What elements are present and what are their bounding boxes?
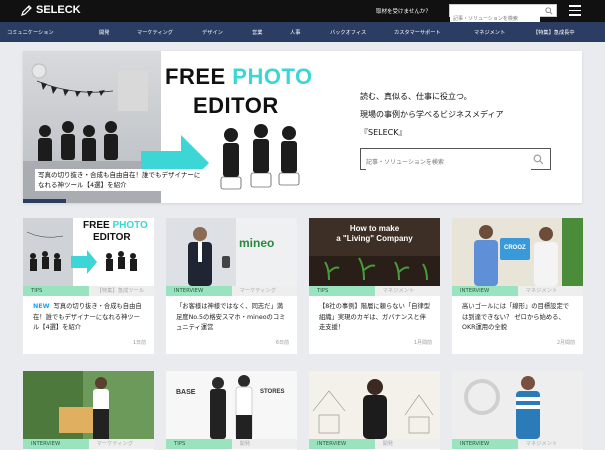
card-date: 6日前 xyxy=(275,340,289,346)
nav-item-special[interactable]: 【特集】急成長中 xyxy=(533,29,575,36)
hero-title-line2: EDITOR xyxy=(193,93,279,118)
article-card[interactable]: CROOZ INTERVIEW マネジメント 高いゴールには「線形」の目標設定で… xyxy=(452,218,583,354)
tag-category[interactable]: マネジメント xyxy=(517,286,583,296)
card-tags: TIPS 開発 xyxy=(166,439,297,449)
tag-category[interactable]: マネジメント xyxy=(374,286,440,296)
nav-item-sales[interactable]: 営業 xyxy=(252,29,262,36)
crooz-logo: CROOZ xyxy=(504,245,526,251)
article-card[interactable]: INTERVIEW 開発 xyxy=(309,371,440,450)
card-date: 1月間前 xyxy=(413,340,432,346)
card-image[interactable] xyxy=(452,371,583,439)
card-tags: INTERVIEW マーケティング xyxy=(166,286,297,296)
card-tags: INTERVIEW マーケティング xyxy=(23,439,154,449)
card-image[interactable]: FREE PHOTO EDITOR xyxy=(23,218,154,286)
tagline-line3: 『SELECK』 xyxy=(360,128,407,137)
card-tags: TIPS 【特集】急成ツール xyxy=(23,286,154,296)
nav-item-customer-support[interactable]: カスタマーサポート xyxy=(394,29,441,36)
stores-logo: STORES xyxy=(260,389,285,395)
card-image-title: FREE PHOTO xyxy=(83,220,148,231)
nav-item-communication[interactable]: コミュニケーション xyxy=(7,29,54,36)
article-card[interactable]: FREE PHOTO EDITOR TIPS 【特集】急成ツール NEW 写真の切… xyxy=(23,218,154,354)
tag-category[interactable]: 開発 xyxy=(231,439,297,449)
nav-item-hr[interactable]: 人事 xyxy=(290,29,300,36)
card-image-text: How to make a "Living" Company xyxy=(336,224,413,243)
card-date: 1日前 xyxy=(132,340,146,346)
search-icon[interactable] xyxy=(545,7,553,15)
logo-text: SELECK xyxy=(36,4,81,16)
article-card[interactable]: BASE STORES TIPS 開発 xyxy=(166,371,297,450)
card-image[interactable] xyxy=(309,371,440,439)
card-image-subtitle: EDITOR xyxy=(93,232,131,243)
card-title[interactable]: 「お客様は神様ではなく、同志だ」満足度No.5の格安スマホ・mineoのコミュニ… xyxy=(176,302,289,334)
interview-request-link[interactable]: 取材を受けませんか？ xyxy=(376,7,431,15)
card-tags: INTERVIEW マネジメント xyxy=(452,439,583,449)
card-tags: INTERVIEW 開発 xyxy=(309,439,440,449)
nav-item-development[interactable]: 開発 xyxy=(99,29,109,36)
tag-type[interactable]: TIPS xyxy=(166,439,232,449)
card-title[interactable]: 高いゴールには「線形」の目標設定では到達できない？ ゼロから始める、OKR運用の… xyxy=(462,302,575,334)
card-tags: TIPS マネジメント xyxy=(309,286,440,296)
tag-type[interactable]: TIPS xyxy=(23,286,89,296)
article-card[interactable]: INTERVIEW マネジメント xyxy=(452,371,583,450)
card-image[interactable]: mineo xyxy=(166,218,297,286)
tag-type[interactable]: INTERVIEW xyxy=(452,286,518,296)
hero-image[interactable]: FREE PHOTO EDITOR 写真の切り抜き・合成も自由自在！誰でもデザイ… xyxy=(23,51,330,203)
mineo-logo: mineo xyxy=(239,236,275,250)
card-image[interactable]: BASE STORES xyxy=(166,371,297,439)
hero-title: FREE PHOTO xyxy=(165,64,313,89)
top-header: SELECK 取材を受けませんか？ xyxy=(0,0,605,25)
hamburger-menu-icon[interactable] xyxy=(569,5,581,16)
nav-item-backoffice[interactable]: バックオフィス xyxy=(330,29,366,36)
pencil-icon xyxy=(21,5,32,16)
hero-search[interactable] xyxy=(360,148,551,172)
tag-type[interactable]: INTERVIEW xyxy=(309,439,375,449)
card-title[interactable]: NEW 写真の切り抜き・合成も自由自在！誰でもデザイナーになれる神ツール【4選】を… xyxy=(33,302,146,334)
nav-item-management[interactable]: マネジメント xyxy=(474,29,505,36)
tag-category[interactable]: マネジメント xyxy=(517,439,583,449)
tag-type[interactable]: INTERVIEW xyxy=(166,286,232,296)
tag-category[interactable]: 開発 xyxy=(374,439,440,449)
search-icon[interactable] xyxy=(533,154,544,165)
hero-banner[interactable]: FREE PHOTO EDITOR 写真の切り抜き・合成も自由自在！誰でもデザイ… xyxy=(23,51,582,203)
nav-item-design[interactable]: デザイン xyxy=(202,29,223,36)
hero-caption[interactable]: 写真の切り抜き・合成も自由自在！誰でもデザイナーになれる神ツール【4選】を紹介 xyxy=(35,169,205,191)
hero-search-input[interactable] xyxy=(366,153,531,172)
seleck-logo[interactable]: SELECK xyxy=(21,4,81,16)
slider-progress-bar xyxy=(23,199,66,203)
article-card[interactable]: mineo INTERVIEW マーケティング 「お客様は神様ではなく、同志だ」… xyxy=(166,218,297,354)
new-badge: NEW xyxy=(33,303,50,310)
tag-type[interactable]: INTERVIEW xyxy=(23,439,89,449)
tagline-line2: 現場の事例から学べるビジネスメディア xyxy=(360,110,504,119)
tag-category[interactable]: マーケティング xyxy=(88,439,154,449)
article-card[interactable]: INTERVIEW マーケティング xyxy=(23,371,154,450)
card-image[interactable] xyxy=(23,371,154,439)
card-date: 2月間前 xyxy=(556,340,575,346)
hero-people-cutout xyxy=(220,124,300,190)
card-title[interactable]: 【8社の事例】階層に頼らない「自律型組織」実現のカギは、ガバナンスと伴走支援！ xyxy=(319,302,432,334)
card-tags: INTERVIEW マネジメント xyxy=(452,286,583,296)
header-search[interactable] xyxy=(449,4,557,25)
tag-type[interactable]: TIPS xyxy=(309,286,375,296)
tag-category[interactable]: マーケティング xyxy=(231,286,297,296)
category-nav: コミュニケーション 開発 マーケティング デザイン 営業 人事 バックオフィス … xyxy=(0,22,605,42)
tag-type[interactable]: INTERVIEW xyxy=(452,439,518,449)
base-logo: BASE xyxy=(176,389,196,396)
card-image[interactable]: How to make a "Living" Company xyxy=(309,218,440,286)
tagline-line1: 読む、真似る、仕事に役立つ。 xyxy=(360,92,472,101)
card-image[interactable]: CROOZ xyxy=(452,218,583,286)
nav-item-marketing[interactable]: マーケティング xyxy=(137,29,173,36)
tag-category[interactable]: 【特集】急成ツール xyxy=(88,286,154,296)
article-card[interactable]: How to make a "Living" Company TIPS マネジメ… xyxy=(309,218,440,354)
hero-tagline: 読む、真似る、仕事に役立つ。 現場の事例から学べるビジネスメディア 『SELEC… xyxy=(360,91,503,138)
